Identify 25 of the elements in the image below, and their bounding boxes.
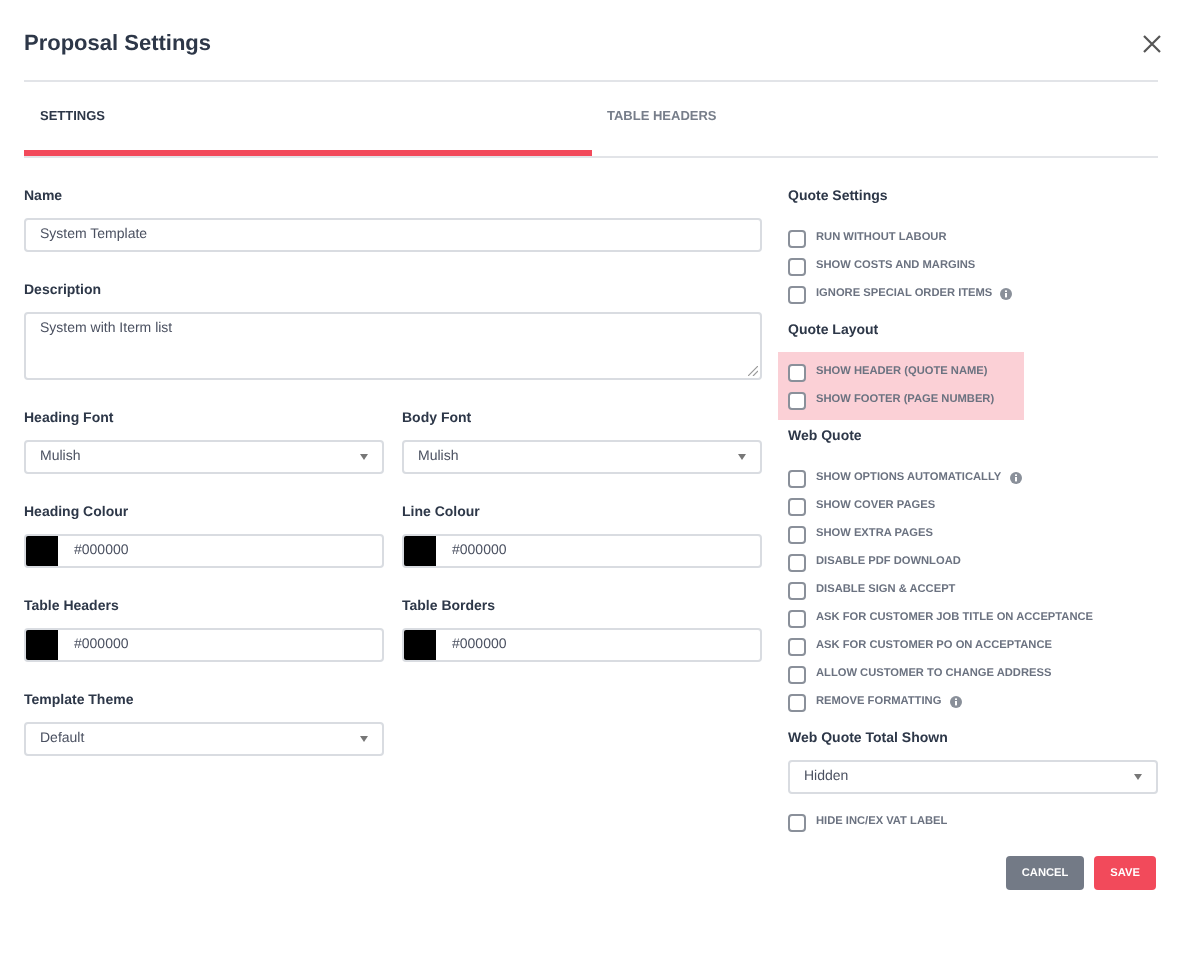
checkbox[interactable] [788,665,806,683]
resize-grip-icon[interactable] [748,366,758,376]
checkbox[interactable] [788,525,806,543]
info-icon[interactable] [949,696,962,708]
close-icon[interactable] [1142,33,1162,53]
dialog-title: Proposal Settings [24,31,212,55]
info-icon[interactable] [1000,288,1013,300]
colour-swatch[interactable] [404,630,436,660]
checkbox[interactable] [788,391,806,409]
colour-swatch[interactable] [26,536,58,566]
checkbox[interactable] [788,497,806,515]
checkbox[interactable] [788,469,806,487]
checkbox[interactable] [788,229,806,247]
colour-swatch[interactable] [26,630,58,660]
checkbox[interactable] [788,693,806,711]
checkbox[interactable] [788,553,806,571]
checkbox[interactable] [788,581,806,599]
info-icon[interactable] [1009,472,1022,484]
colour-swatch[interactable] [404,536,436,566]
checkbox[interactable] [788,257,806,275]
checkbox[interactable] [788,609,806,627]
checkbox[interactable] [788,637,806,655]
checkbox[interactable] [788,363,806,381]
checkbox[interactable] [788,285,806,303]
checkbox[interactable] [788,813,806,831]
